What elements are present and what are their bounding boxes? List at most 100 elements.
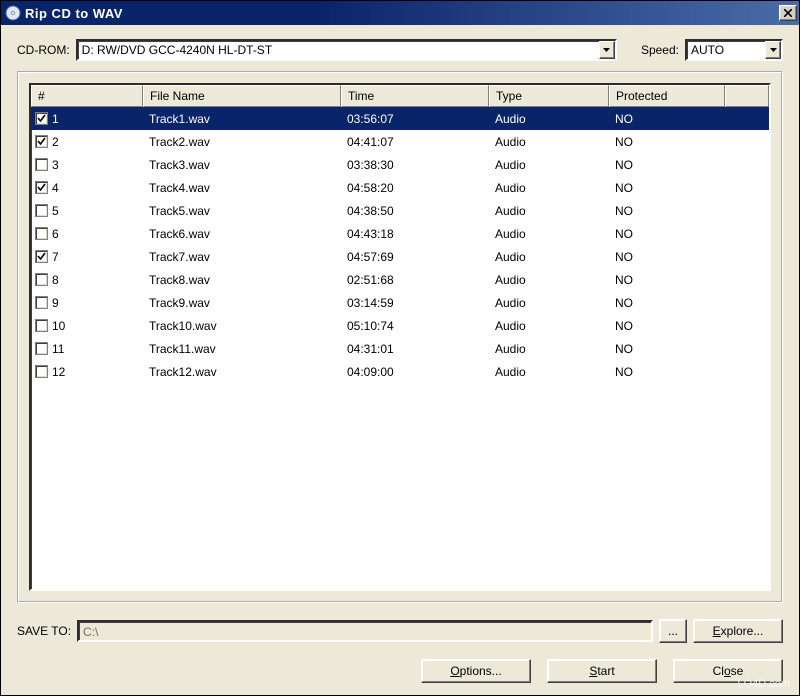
- track-checkbox[interactable]: [35, 158, 48, 171]
- track-filename: Track12.wav: [143, 365, 341, 379]
- table-row[interactable]: 11Track11.wav04:31:01AudioNO: [31, 337, 769, 360]
- track-type: Audio: [489, 112, 609, 126]
- track-filename: Track9.wav: [143, 296, 341, 310]
- track-type: Audio: [489, 250, 609, 264]
- column-header-filename[interactable]: File Name: [143, 85, 341, 107]
- track-number: 5: [52, 204, 59, 218]
- track-number: 3: [52, 158, 59, 172]
- column-header-filler: [725, 85, 769, 107]
- track-protected: NO: [609, 296, 725, 310]
- disc-icon: [5, 5, 21, 21]
- track-protected: NO: [609, 227, 725, 241]
- track-type: Audio: [489, 158, 609, 172]
- explore-button[interactable]: Explore...: [693, 619, 783, 643]
- track-checkbox[interactable]: [35, 319, 48, 332]
- track-time: 02:51:68: [341, 273, 489, 287]
- table-row[interactable]: 3Track3.wav03:38:30AudioNO: [31, 153, 769, 176]
- track-number: 2: [52, 135, 59, 149]
- table-row[interactable]: 7 Track7.wav04:57:69AudioNO: [31, 245, 769, 268]
- table-row[interactable]: 10Track10.wav05:10:74AudioNO: [31, 314, 769, 337]
- track-type: Audio: [489, 365, 609, 379]
- browse-button[interactable]: ...: [659, 619, 687, 643]
- track-checkbox[interactable]: [35, 250, 48, 263]
- window-title: Rip CD to WAV: [25, 6, 779, 21]
- track-time: 04:57:69: [341, 250, 489, 264]
- track-number: 7: [52, 250, 59, 264]
- top-controls-row: CD-ROM: D: RW/DVD GCC-4240N HL-DT-ST Spe…: [17, 39, 783, 61]
- listview-header[interactable]: # File Name Time Type Protected: [31, 85, 769, 107]
- track-type: Audio: [489, 181, 609, 195]
- track-checkbox[interactable]: [35, 365, 48, 378]
- bottom-button-row: Options... Start Close: [17, 659, 783, 683]
- client-area: CD-ROM: D: RW/DVD GCC-4240N HL-DT-ST Spe…: [1, 25, 799, 695]
- table-row[interactable]: 5Track5.wav04:38:50AudioNO: [31, 199, 769, 222]
- speed-value: AUTO: [691, 43, 765, 57]
- table-row[interactable]: 12Track12.wav04:09:00AudioNO: [31, 360, 769, 383]
- track-filename: Track11.wav: [143, 342, 341, 356]
- save-to-label: SAVE TO:: [17, 624, 71, 638]
- track-checkbox[interactable]: [35, 181, 48, 194]
- track-checkbox[interactable]: [35, 135, 48, 148]
- close-dialog-button[interactable]: Close: [673, 659, 783, 683]
- track-number: 8: [52, 273, 59, 287]
- column-header-number[interactable]: #: [31, 85, 143, 107]
- track-filename: Track7.wav: [143, 250, 341, 264]
- track-checkbox[interactable]: [35, 342, 48, 355]
- track-time: 03:14:59: [341, 296, 489, 310]
- track-protected: NO: [609, 250, 725, 264]
- column-header-protected[interactable]: Protected: [609, 85, 725, 107]
- track-protected: NO: [609, 273, 725, 287]
- track-type: Audio: [489, 296, 609, 310]
- cdrom-dropdown[interactable]: D: RW/DVD GCC-4240N HL-DT-ST: [76, 39, 617, 61]
- table-row[interactable]: 2Track2.wav04:41:07AudioNO: [31, 130, 769, 153]
- column-header-time[interactable]: Time: [341, 85, 489, 107]
- table-row[interactable]: 1Track1.wav03:56:07AudioNO: [31, 107, 769, 130]
- track-type: Audio: [489, 135, 609, 149]
- track-type: Audio: [489, 273, 609, 287]
- track-checkbox[interactable]: [35, 296, 48, 309]
- cdrom-label: CD-ROM:: [17, 43, 70, 57]
- options-button[interactable]: Options...: [421, 659, 531, 683]
- table-row[interactable]: 4Track4.wav04:58:20AudioNO: [31, 176, 769, 199]
- table-row[interactable]: 8 Track8.wav02:51:68AudioNO: [31, 268, 769, 291]
- track-time: 04:43:18: [341, 227, 489, 241]
- track-listview[interactable]: # File Name Time Type Protected 1Track1.…: [29, 83, 771, 591]
- title-bar[interactable]: Rip CD to WAV: [1, 1, 799, 25]
- track-filename: Track10.wav: [143, 319, 341, 333]
- track-filename: Track8.wav: [143, 273, 341, 287]
- column-header-type[interactable]: Type: [489, 85, 609, 107]
- track-time: 03:56:07: [341, 112, 489, 126]
- track-type: Audio: [489, 319, 609, 333]
- track-filename: Track5.wav: [143, 204, 341, 218]
- track-checkbox[interactable]: [35, 227, 48, 240]
- track-checkbox[interactable]: [35, 273, 48, 286]
- track-filename: Track6.wav: [143, 227, 341, 241]
- track-filename: Track1.wav: [143, 112, 341, 126]
- track-number: 6: [52, 227, 59, 241]
- table-row[interactable]: 6Track6.wav04:43:18AudioNO: [31, 222, 769, 245]
- close-button[interactable]: [779, 5, 797, 21]
- track-type: Audio: [489, 342, 609, 356]
- cdrom-value: D: RW/DVD GCC-4240N HL-DT-ST: [82, 43, 599, 57]
- listview-body[interactable]: 1Track1.wav03:56:07AudioNO 2 Track2.wav 04:…: [31, 107, 769, 589]
- track-checkbox[interactable]: [35, 204, 48, 217]
- save-row: SAVE TO: C:\ ... Explore...: [17, 619, 783, 643]
- chevron-down-icon[interactable]: [765, 41, 781, 59]
- save-path-field[interactable]: C:\: [77, 620, 653, 642]
- track-filename: Track2.wav: [143, 135, 341, 149]
- track-protected: NO: [609, 365, 725, 379]
- track-time: 04:38:50: [341, 204, 489, 218]
- track-protected: NO: [609, 181, 725, 195]
- track-time: 04:58:20: [341, 181, 489, 195]
- track-protected: NO: [609, 342, 725, 356]
- speed-label: Speed:: [641, 43, 679, 57]
- track-number: 10: [52, 319, 65, 333]
- track-list-frame: # File Name Time Type Protected 1Track1.…: [17, 71, 783, 603]
- track-filename: Track4.wav: [143, 181, 341, 195]
- speed-dropdown[interactable]: AUTO: [685, 39, 783, 61]
- table-row[interactable]: 9Track9.wav03:14:59AudioNO: [31, 291, 769, 314]
- track-time: 04:31:01: [341, 342, 489, 356]
- start-button[interactable]: Start: [547, 659, 657, 683]
- track-checkbox[interactable]: [35, 112, 48, 125]
- chevron-down-icon[interactable]: [599, 41, 615, 59]
